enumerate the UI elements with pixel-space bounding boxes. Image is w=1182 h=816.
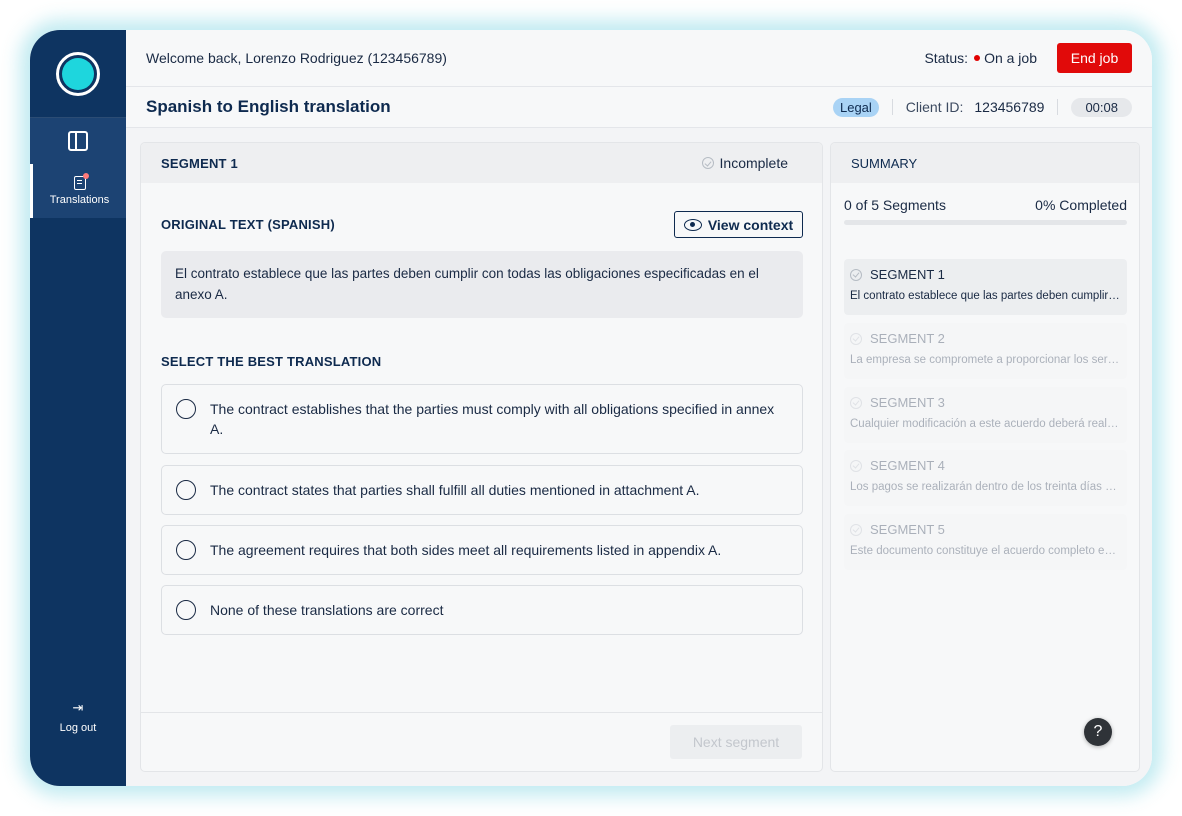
check-circle-icon (850, 459, 862, 472)
sidebar-toggle-button[interactable] (30, 118, 126, 164)
job-status: Status: On a job (924, 50, 1037, 66)
option-text: The contract establishes that the partie… (210, 401, 775, 437)
eye-icon (683, 218, 702, 231)
next-segment-button[interactable]: Next segment (670, 725, 802, 759)
app-logo (56, 51, 100, 96)
summary-item-text: Cualquier modificación a este acuerdo de… (850, 418, 1121, 430)
job-meta: Legal Client ID: 123456789 00:08 (832, 97, 1132, 117)
notification-dot (82, 173, 89, 179)
radio-button[interactable] (176, 399, 196, 419)
welcome-text: Welcome back, Lorenzo Rodriguez (1234567… (146, 50, 447, 66)
radio-button[interactable] (176, 480, 196, 500)
summary-panel: SUMMARY 0 of 5 Segments 0% Completed SEG… (830, 142, 1140, 772)
main-area: Welcome back, Lorenzo Rodriguez (1234567… (126, 30, 1152, 786)
view-context-button[interactable]: View context (674, 211, 803, 238)
end-job-button[interactable]: End job (1057, 43, 1132, 73)
check-circle-icon (850, 396, 862, 409)
summary-item-segment-1[interactable]: SEGMENT 1 El contrato establece que las … (844, 259, 1127, 315)
job-timer: 00:08 (1071, 97, 1132, 117)
view-context-label: View context (707, 216, 794, 233)
summary-item-segment-5[interactable]: SEGMENT 5 Este documento constituye el a… (844, 514, 1127, 570)
sidebar-panel-icon (68, 131, 88, 151)
sidebar-item-translations[interactable]: Translations (30, 164, 126, 218)
option-text: None of these translations are correct (210, 602, 444, 618)
summary-item-text: Este documento constituye el acuerdo com… (850, 545, 1121, 557)
client-id-label: Client ID: (905, 99, 964, 115)
segments-count: 0 of 5 Segments (844, 197, 946, 213)
select-translation-label: SELECT THE BEST TRANSLATION (161, 354, 382, 369)
original-text-label: ORIGINAL TEXT (SPANISH) (161, 217, 335, 232)
summary-item-title: SEGMENT 1 (870, 267, 945, 282)
top-bar: Welcome back, Lorenzo Rodriguez (1234567… (126, 30, 1152, 87)
logout-button[interactable]: ⇥ Log out (30, 701, 126, 734)
check-circle-icon (850, 268, 862, 281)
divider (891, 99, 893, 115)
status-value: On a job (984, 50, 1037, 66)
logout-icon: ⇥ (72, 701, 84, 716)
divider (1057, 99, 1059, 115)
progress-bar (844, 220, 1127, 225)
document-icon (73, 173, 89, 190)
summary-item-title: SEGMENT 4 (870, 458, 945, 473)
status-dot-icon (974, 55, 981, 61)
summary-item-text: Los pagos se realizarán dentro de los tr… (850, 481, 1121, 493)
summary-item-title: SEGMENT 2 (870, 331, 945, 346)
option-text: The contract states that parties shall f… (210, 482, 700, 498)
logout-label: Log out (59, 722, 97, 734)
original-text-header: ORIGINAL TEXT (SPANISH) View context (161, 211, 803, 238)
sidebar: Translations ⇥ Log out (30, 30, 126, 786)
summary-item-segment-4[interactable]: SEGMENT 4 Los pagos se realizarán dentro… (844, 450, 1127, 506)
translation-option[interactable]: The agreement requires that both sides m… (161, 525, 803, 575)
logo-area (30, 30, 126, 118)
translation-option[interactable]: The contract states that parties shall f… (161, 465, 803, 515)
segment-footer: Next segment (141, 712, 822, 771)
segment-panel: SEGMENT 1 Incomplete ORIGINAL TEXT (SPAN… (140, 142, 823, 772)
summary-item-segment-2[interactable]: SEGMENT 2 La empresa se compromete a pro… (844, 323, 1127, 379)
segment-header: SEGMENT 1 Incomplete (141, 143, 822, 183)
summary-item-text: El contrato establece que las partes deb… (850, 290, 1121, 302)
original-text: El contrato establece que las partes deb… (161, 251, 803, 318)
category-badge: Legal (832, 97, 879, 117)
check-circle-icon (701, 157, 714, 169)
summary-progress: 0 of 5 Segments 0% Completed (844, 197, 1127, 213)
radio-button[interactable] (176, 540, 196, 560)
app-window: Translations ⇥ Log out Welcome back, Lor… (30, 30, 1152, 786)
check-circle-icon (850, 523, 862, 536)
page-title: Spanish to English translation (146, 97, 391, 116)
translation-option[interactable]: None of these translations are correct (161, 585, 803, 635)
job-bar: Spanish to English translation Legal Cli… (126, 87, 1152, 128)
percent-completed: 0% Completed (1035, 197, 1127, 213)
status-label: Status: (924, 50, 969, 66)
help-button[interactable]: ? (1084, 718, 1112, 746)
summary-title: SUMMARY (831, 143, 1139, 183)
option-text: The agreement requires that both sides m… (210, 542, 722, 558)
client-id-value: 123456789 (974, 99, 1045, 115)
summary-item-title: SEGMENT 3 (870, 395, 945, 410)
summary-item-segment-3[interactable]: SEGMENT 3 Cualquier modificación a este … (844, 387, 1127, 443)
check-circle-icon (850, 332, 862, 345)
sidebar-item-label: Translations (49, 194, 110, 206)
segment-title: SEGMENT 1 (161, 155, 238, 171)
segment-status-text: Incomplete (719, 155, 788, 171)
summary-item-text: La empresa se compromete a proporcionar … (850, 354, 1121, 366)
translation-option[interactable]: The contract establishes that the partie… (161, 384, 803, 454)
summary-item-title: SEGMENT 5 (870, 522, 945, 537)
logo-circle-icon (62, 57, 94, 90)
radio-button[interactable] (176, 600, 196, 620)
segment-status: Incomplete (701, 155, 788, 171)
